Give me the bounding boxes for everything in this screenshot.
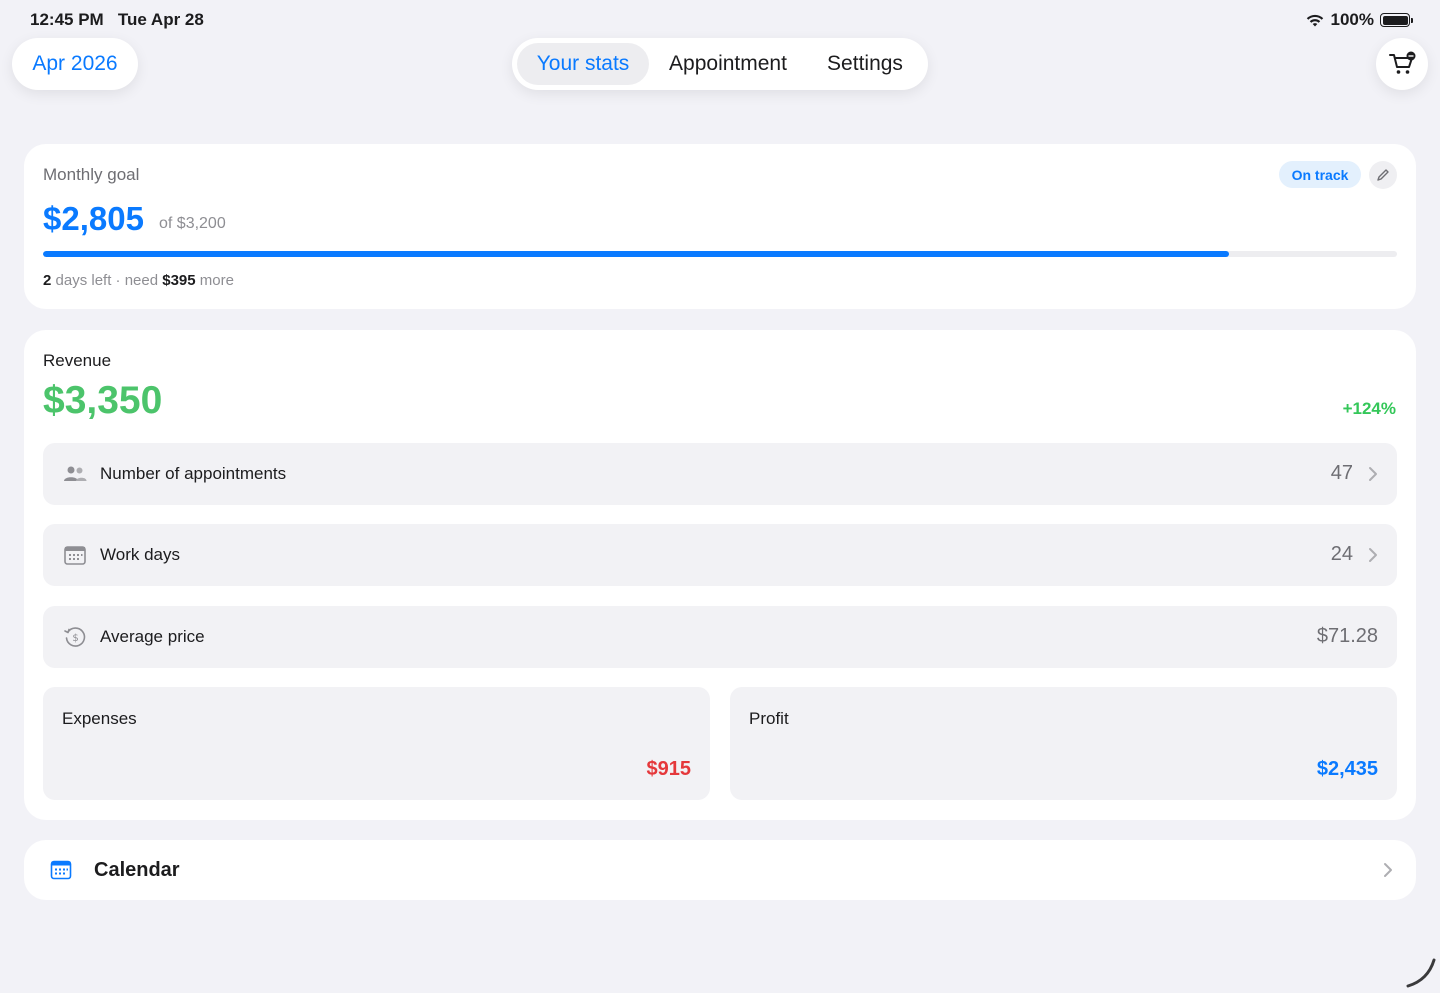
average-price-label: Average price (100, 627, 205, 646)
calendar-grid-icon (64, 546, 86, 565)
average-price-row: $ Average price $71.28 (43, 606, 1397, 668)
cart-button[interactable] (1376, 38, 1428, 90)
svg-text:$: $ (72, 633, 78, 644)
status-bar: 12:45 PM Tue Apr 28 100% (0, 0, 1440, 38)
edit-goal-button[interactable] (1369, 161, 1397, 189)
goal-current-amount: $2,805 (43, 200, 144, 237)
revenue-label: Revenue (43, 351, 112, 370)
calendar-row[interactable]: Calendar (24, 840, 1416, 900)
status-badge: On track (1279, 161, 1361, 188)
chevron-right-icon (1369, 548, 1377, 562)
chevron-right-icon (1369, 467, 1377, 481)
goal-progress-fill (43, 251, 1230, 257)
days-left-count: 2 (43, 272, 52, 289)
battery-icon (1380, 13, 1413, 27)
revenue-amount: $3,350 (43, 379, 163, 422)
average-price-value: $71.28 (1316, 625, 1378, 647)
status-time: 12:45 PM Tue Apr 28 (30, 10, 204, 29)
goal-target: of $3,200 (159, 215, 226, 232)
expenses-card[interactable]: Expenses $915 (43, 687, 710, 800)
cart-icon (1389, 51, 1416, 74)
goal-label: Monthly goal (43, 165, 140, 184)
calendar-icon (50, 860, 72, 880)
tab-appointment[interactable]: Appointment (649, 43, 807, 85)
expenses-amount: $915 (646, 758, 692, 780)
goal-progress-bar (43, 251, 1397, 257)
more-text: more (199, 272, 234, 289)
appointments-label: Number of appointments (100, 464, 287, 483)
appointments-value: 47 (1330, 462, 1353, 484)
main-tab-bar: Your stats Appointment Settings (512, 38, 928, 90)
month-selector-button[interactable]: Apr 2026 (12, 38, 138, 90)
resize-handle-icon (1406, 958, 1436, 988)
chevron-right-icon (1384, 863, 1392, 877)
dollar-history-icon: $ (64, 627, 86, 647)
profit-amount: $2,435 (1316, 758, 1378, 780)
work-days-row[interactable]: Work days 24 (43, 524, 1397, 586)
revenue-card: Revenue $3,350 +124% Number of appointme… (24, 330, 1416, 820)
pencil-icon (1377, 169, 1389, 181)
goal-footnote: 2 days left · need $395 more (43, 272, 234, 289)
calendar-label: Calendar (94, 859, 180, 881)
people-icon (64, 466, 87, 481)
monthly-goal-card: Monthly goal $2,805 of $3,200 On track 2… (24, 144, 1416, 309)
need-amount: $395 (162, 272, 196, 289)
profit-label: Profit (749, 709, 789, 728)
revenue-change: +124% (1342, 399, 1396, 418)
work-days-label: Work days (100, 545, 180, 564)
battery-percent: 100% (1330, 10, 1374, 29)
status-indicators: 100% (1305, 10, 1413, 30)
expenses-label: Expenses (62, 709, 137, 728)
days-left-text: days left · need (55, 272, 159, 289)
profit-card[interactable]: Profit $2,435 (730, 687, 1397, 800)
tab-settings[interactable]: Settings (807, 43, 923, 85)
appointments-row[interactable]: Number of appointments 47 (43, 443, 1397, 505)
wifi-icon (1306, 14, 1323, 26)
tab-your-stats[interactable]: Your stats (517, 43, 649, 85)
work-days-value: 24 (1330, 543, 1353, 565)
